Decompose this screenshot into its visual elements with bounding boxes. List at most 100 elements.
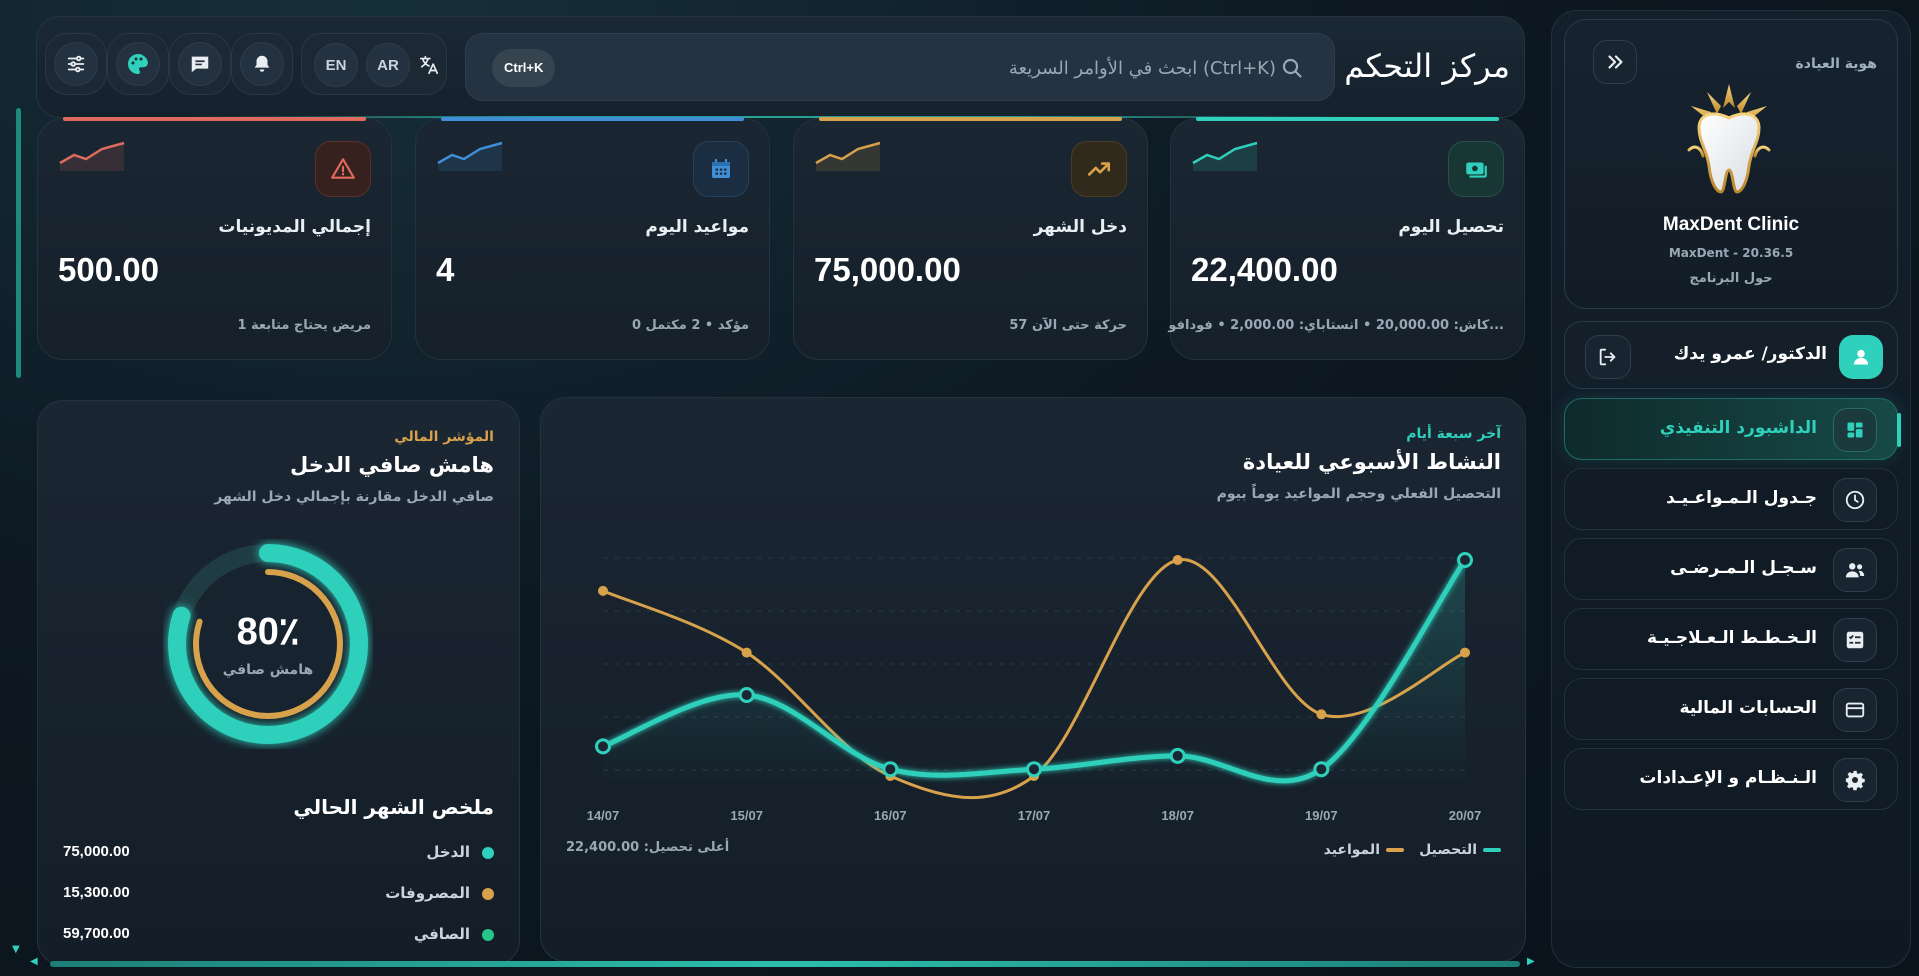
sparkline [59,141,125,171]
stat-label: مواعيد اليوم [645,217,749,237]
stat-value: 75,000.00 [814,251,961,288]
bell-icon [240,42,284,86]
legend-appointments: المواعيد [1324,842,1404,858]
lang-en-button[interactable]: EN [314,43,358,87]
summary-value: 59,700.00 [63,925,130,942]
summary-dot [482,929,494,941]
stat-label: تحصيل اليوم [1398,217,1504,237]
collection-point [1169,747,1186,764]
collection-area [603,560,1465,783]
sidebar-item-label: الحسابات المالية [1679,698,1817,718]
collection-point [1457,552,1473,568]
clinic-name: MaxDent Clinic [1662,214,1800,235]
x-tick-label: 20/07 [1449,808,1482,823]
notifications-button[interactable] [231,33,293,95]
legend-swatch [1386,848,1404,852]
theme-button[interactable] [107,33,169,95]
scroll-right-icon[interactable]: ▶ [1527,956,1535,967]
appointments-point [1172,555,1183,565]
sliders-icon [54,42,98,86]
appointments-point [1460,647,1470,658]
lang-ar-button[interactable]: AR [366,43,410,87]
vertical-scrollbar[interactable] [16,108,21,378]
language-switcher: EN AR [301,33,447,95]
stat-value: 4 [436,251,455,288]
sparkline [815,141,881,171]
card-accent [63,117,366,121]
chevrons-right-icon[interactable] [1593,40,1637,84]
gauge-value: 80٪ [236,611,300,653]
x-tick-label: 17/07 [1018,808,1051,823]
summary-label: الدخل [426,843,470,861]
legend-swatch [1483,848,1501,852]
summary-label: الصافي [413,925,470,943]
scroll-left-icon[interactable]: ◀ [30,956,38,967]
sidebar-item-dashboard[interactable]: الداشبورد التنفيذي [1564,398,1901,460]
stat-card-today-appointments[interactable]: مواعيد اليوم 4 0 مؤكد • 2 مكتمل [415,117,770,360]
chart-eyebrow: آخر سبعة أيام [1406,426,1501,442]
margin-subtitle: صافي الدخل مقارنة بإجمالي دخل الشهر [214,489,494,505]
stat-card-month-income[interactable]: دخل الشهر 75,000.00 57 حركة حتى الآن [793,117,1148,360]
card-accent [1196,117,1499,121]
clinic-identity-card: هوية العيادة MaxDent Clinic MaxDent - 20… [1564,19,1898,309]
collection-point [595,738,611,755]
cash-icon [1448,141,1504,197]
tooth-logo [1687,84,1771,194]
margin-title: هامش صافي الدخل [289,453,494,477]
peak-collection-note: أعلى تحصيل: 22,400.00 [566,840,730,855]
summary-row-expenses: المصروفات 15,300.00 [63,882,494,906]
x-tick-label: 19/07 [1305,808,1338,823]
active-indicator [1897,413,1901,447]
filters-button[interactable] [45,33,107,95]
gear-icon [1833,758,1877,802]
sidebar-item-label: جـدول الـمـواعـيـد [1666,488,1817,508]
weekly-activity-card: 14/07 15/07 16/07 17/07 18/07 19/07 20/07 آخر … [540,397,1526,962]
user-card: الدكتور/ عمرو يدك [1564,321,1898,389]
legend-label: التحصيل [1419,842,1477,858]
sidebar-item-settings[interactable]: الـنـظـام و الإعـدادات [1564,748,1898,810]
about-link[interactable]: حول البرنامج [1565,271,1897,286]
summary-label: المصروفات [385,884,470,902]
sidebar-item-appointments[interactable]: جـدول الـمـواعـيـد [1564,468,1898,530]
chart-title: النشاط الأسبوعي للعيادة [1242,450,1501,474]
x-tick-label: 18/07 [1161,808,1194,823]
sidebar-item-treatment-plans[interactable]: الـخـطـط الـعـلاجـيـة [1564,608,1898,670]
stat-card-total-debts[interactable]: إجمالي المديونيات 500.00 1 مريض يحتاج مت… [37,117,392,360]
stat-value: 22,400.00 [1191,251,1338,288]
horizontal-scrollbar[interactable] [50,961,1520,967]
summary-row-net: الصافي 59,700.00 [63,923,494,947]
chart-subtitle: التحصيل الفعلي وحجم المواعيد يوماً بيوم [1216,486,1501,502]
chat-icon [178,42,222,86]
users-icon [1833,548,1877,592]
net-margin-card: المؤشر المالي هامش صافي الدخل صافي الدخل… [37,400,520,966]
user-name: الدكتور/ عمرو يدك [1673,344,1827,364]
stat-subtext: 0 مؤكد • 2 مكتمل [631,318,749,333]
x-tick-label: 14/07 [587,808,620,823]
page-title: مركز التحكم [1344,47,1510,85]
trending-up-icon [1071,141,1127,197]
collection-point [882,761,899,778]
appointments-point [598,585,608,596]
sidebar-item-label: الـنـظـام و الإعـدادات [1639,768,1817,788]
gauge-label: هامش صافي [222,662,314,678]
collection-point [1313,761,1330,778]
weekly-activity-chart: 14/07 15/07 16/07 17/07 18/07 19/07 20/07 [587,552,1482,823]
search-icon [1282,58,1302,78]
dashboard-page: هوية العيادة MaxDent Clinic MaxDent - 20… [0,0,1919,976]
stat-card-today-collection[interactable]: تحصيل اليوم 22,400.00 كاش: 20,000.00 • ا… [1168,117,1525,360]
sidebar-item-patients[interactable]: سـجـل الـمـرضـى [1564,538,1898,600]
search-placeholder: ابحث في الأوامر السريعة (Ctrl+K) [1008,58,1276,79]
warning-icon [315,141,371,197]
logout-icon[interactable] [1585,335,1631,379]
clock-icon [1833,478,1877,522]
sidebar-item-finance[interactable]: الحسابات المالية [1564,678,1898,740]
palette-icon [116,42,160,86]
x-tick-label: 16/07 [874,808,907,823]
command-search-input[interactable]: Ctrl+K ابحث في الأوامر السريعة (Ctrl+K) [465,33,1335,101]
sidebar-item-label: الـخـطـط الـعـلاجـيـة [1646,628,1817,648]
scroll-down-icon[interactable]: ▼ [12,944,20,955]
clinic-identity-label: هوية العيادة [1795,56,1877,72]
summary-value: 15,300.00 [63,884,130,901]
translate-icon [419,55,439,75]
messages-button[interactable] [169,33,231,95]
